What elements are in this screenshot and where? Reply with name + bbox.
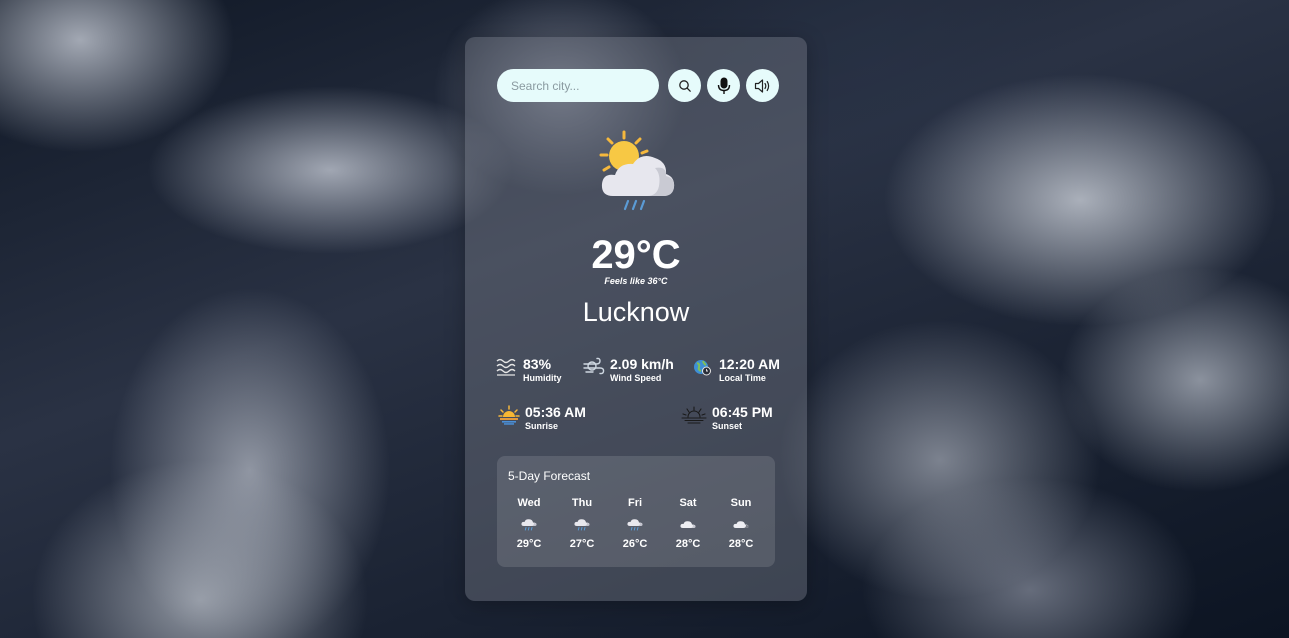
search-button[interactable] [668, 69, 701, 102]
forecast-day: Sat 28°C [668, 496, 708, 550]
forecast-day-name: Thu [571, 497, 593, 509]
globe-clock-icon [694, 360, 711, 376]
wind-label: Wind Speed [610, 373, 662, 383]
voice-search-button[interactable] [707, 69, 740, 102]
humidity-label: Humidity [523, 373, 562, 383]
wind-value: 2.09 km/h [610, 356, 674, 372]
sunset-icon [681, 406, 707, 424]
search-bar [497, 69, 779, 102]
wind-stat: 2.09 km/h Wind Speed [583, 356, 674, 385]
sunrise-icon [498, 405, 520, 425]
rain-cloud-icon [574, 519, 590, 531]
sun-cloud-rain-icon [599, 130, 675, 211]
speak-weather-button[interactable] [746, 69, 779, 102]
search-input[interactable] [497, 69, 659, 102]
sunset-label: Sunset [712, 421, 743, 431]
rain-cloud-icon [627, 519, 643, 531]
humidity-stat: 83% Humidity [496, 356, 562, 385]
forecast-day-temp: 26°C [622, 538, 648, 550]
forecast-day-name: Wed [517, 497, 541, 509]
forecast-day: Thu 27°C [562, 496, 602, 550]
current-temperature: 29°C [591, 233, 681, 277]
cloud-icon [680, 521, 696, 528]
local-time-stat: 12:20 AM Local Time [692, 356, 780, 385]
weather-card: 29°C Feels like 36°C Lucknow 83% Humidit… [465, 37, 807, 601]
forecast-day-temp: 28°C [675, 538, 701, 550]
feels-like-text: Feels like 36°C [604, 276, 668, 286]
forecast-day: Fri 26°C [615, 496, 655, 550]
humidity-value: 83% [523, 356, 552, 372]
local-time-label: Local Time [719, 373, 766, 383]
forecast-day-name: Sun [730, 497, 752, 509]
forecast-panel: 5-Day Forecast Wed 29°C Thu 27°C Fri 26°… [497, 456, 775, 567]
forecast-day-name: Sat [679, 497, 697, 509]
forecast-day-name: Fri [627, 497, 643, 509]
forecast-day: Sun 28°C [721, 496, 761, 550]
sunrise-value: 05:36 AM [525, 404, 586, 420]
microphone-icon [717, 77, 730, 94]
forecast-title: 5-Day Forecast [508, 469, 591, 483]
city-name: Lucknow [582, 297, 690, 327]
sunrise-stat: 05:36 AM Sunrise [498, 404, 586, 433]
forecast-day-temp: 28°C [728, 538, 754, 550]
forecast-day: Wed 29°C [509, 496, 549, 550]
cloud-icon [733, 521, 749, 528]
search-icon [678, 79, 691, 92]
sunrise-label: Sunrise [525, 421, 559, 431]
speaker-icon [754, 78, 769, 93]
sunset-value: 06:45 PM [712, 404, 773, 420]
rain-cloud-icon [521, 519, 537, 531]
wind-icon [583, 357, 605, 375]
humidity-icon [496, 358, 516, 376]
sunset-stat: 06:45 PM Sunset [681, 404, 773, 433]
local-time-value: 12:20 AM [719, 356, 780, 372]
forecast-day-temp: 27°C [569, 538, 595, 550]
forecast-day-temp: 29°C [516, 538, 542, 550]
